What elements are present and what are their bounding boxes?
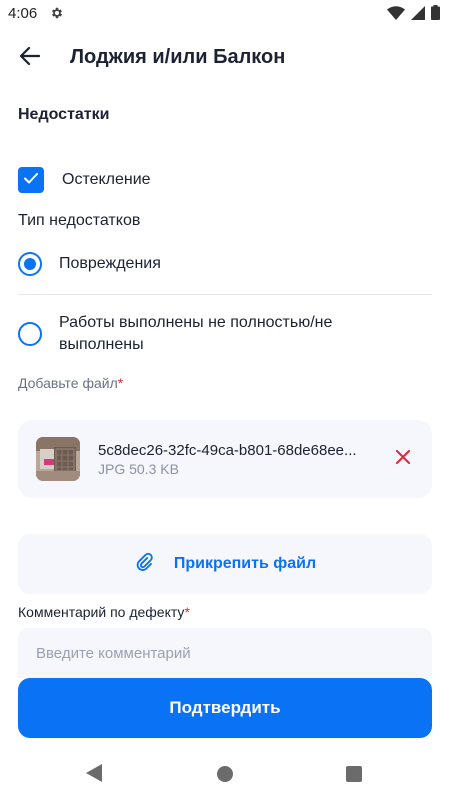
file-thumbnail bbox=[36, 437, 80, 481]
glazing-checkbox[interactable] bbox=[18, 167, 44, 193]
status-time: 4:06 bbox=[8, 5, 38, 22]
attached-file-card: 5c8dec26-32fc-49ca-b801-68de68ee... JPG … bbox=[18, 420, 432, 498]
radio-button-damage[interactable] bbox=[18, 252, 42, 276]
comment-label-text: Комментарий по дефекту bbox=[18, 604, 185, 620]
radio-option-incomplete[interactable]: Работы выполнены не полностью/не выполне… bbox=[18, 312, 432, 356]
glazing-checkbox-label: Остекление bbox=[62, 171, 151, 188]
close-icon bbox=[396, 449, 410, 469]
required-mark: * bbox=[184, 604, 190, 620]
wifi-icon bbox=[387, 5, 405, 25]
radio-button-incomplete[interactable] bbox=[18, 322, 42, 346]
back-button[interactable] bbox=[16, 44, 44, 72]
app-bar: Лоджия и/или Балкон bbox=[0, 36, 450, 80]
signal-icon bbox=[411, 5, 425, 25]
system-nav-bar bbox=[0, 748, 450, 800]
check-icon bbox=[24, 171, 38, 189]
status-bar: 4:06 bbox=[0, 0, 450, 28]
file-name: 5c8dec26-32fc-49ca-b801-68de68ee... bbox=[98, 442, 357, 459]
radio-option-damage[interactable]: Повреждения bbox=[18, 252, 432, 276]
nav-recent-icon[interactable] bbox=[346, 766, 362, 782]
file-label: Добавьте файл* bbox=[18, 375, 123, 391]
required-mark: * bbox=[117, 375, 124, 391]
radio-label-damage: Повреждения bbox=[59, 255, 161, 272]
divider bbox=[18, 294, 432, 295]
gear-icon bbox=[50, 6, 64, 25]
battery-icon bbox=[431, 5, 440, 25]
comment-input[interactable] bbox=[18, 628, 432, 678]
paperclip-icon bbox=[134, 551, 156, 578]
remove-file-button[interactable] bbox=[392, 448, 414, 470]
confirm-button[interactable]: Подтвердить bbox=[18, 678, 432, 738]
page-title: Лоджия и/или Балкон bbox=[70, 46, 286, 68]
file-meta: JPG 50.3 KB bbox=[98, 461, 179, 477]
file-label-text: Добавьте файл bbox=[18, 375, 118, 391]
nav-home-icon[interactable] bbox=[217, 766, 233, 782]
section-title: Недостатки bbox=[18, 106, 110, 123]
nav-back-icon[interactable] bbox=[86, 764, 102, 787]
attach-file-label: Прикрепить файл bbox=[173, 555, 317, 572]
attach-file-button[interactable]: Прикрепить файл bbox=[18, 534, 432, 594]
comment-label: Комментарий по дефекту* bbox=[18, 604, 190, 620]
radio-selected-dot bbox=[24, 258, 36, 270]
radio-label-incomplete: Работы выполнены не полностью/не выполне… bbox=[59, 314, 333, 353]
defect-type-title: Тип недостатков bbox=[18, 212, 141, 229]
glazing-checkbox-row[interactable]: Остекление bbox=[18, 166, 432, 194]
arrow-back-icon bbox=[19, 46, 41, 70]
